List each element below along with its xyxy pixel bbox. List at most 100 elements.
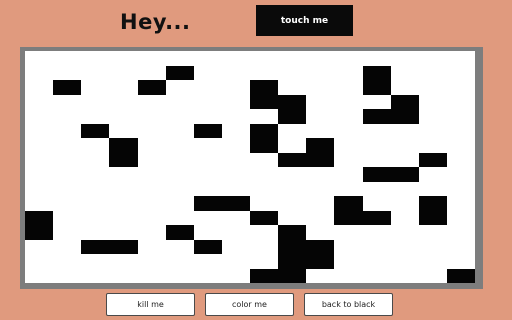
grid-cell[interactable] [137,152,166,167]
grid-cell[interactable] [53,225,82,240]
grid-cell[interactable] [221,65,250,80]
grid-cell[interactable] [334,239,363,254]
grid-cell[interactable] [362,152,391,167]
grid-cell[interactable] [306,65,335,80]
grid-cell[interactable] [334,210,363,225]
grid-cell[interactable] [390,181,419,196]
grid-cell[interactable] [390,225,419,240]
grid-cell[interactable] [446,94,475,109]
grid-cell[interactable] [334,123,363,138]
grid-cell[interactable] [221,181,250,196]
grid-cell[interactable] [81,268,110,283]
grid-cell[interactable] [278,123,307,138]
grid-cell[interactable] [53,239,82,254]
grid-cell[interactable] [334,268,363,283]
grid-cell[interactable] [418,94,447,109]
grid-cell[interactable] [334,138,363,153]
grid-cell[interactable] [137,94,166,109]
grid-cell[interactable] [193,210,222,225]
grid-cell[interactable] [221,152,250,167]
grid-cell[interactable] [306,94,335,109]
grid-cell[interactable] [334,225,363,240]
color-me-button[interactable]: color me [205,293,294,316]
grid-cell[interactable] [81,167,110,182]
grid-cell[interactable] [250,268,279,283]
grid-cell[interactable] [221,138,250,153]
grid-cell[interactable] [25,109,54,124]
grid-cell[interactable] [278,181,307,196]
grid-cell[interactable] [109,123,138,138]
grid-cell[interactable] [221,51,250,66]
grid-cell[interactable] [221,268,250,283]
grid-cell[interactable] [362,181,391,196]
grid-cell[interactable] [137,109,166,124]
grid-cell[interactable] [25,225,54,240]
grid-cell[interactable] [306,239,335,254]
grid-cell[interactable] [25,196,54,211]
grid-cell[interactable] [390,239,419,254]
grid-cell[interactable] [221,254,250,269]
grid-cell[interactable] [193,109,222,124]
grid-cell[interactable] [306,181,335,196]
grid-cell[interactable] [193,254,222,269]
grid-cell[interactable] [250,239,279,254]
grid-cell[interactable] [25,210,54,225]
grid-cell[interactable] [109,109,138,124]
grid-cell[interactable] [109,210,138,225]
grid-cell[interactable] [137,51,166,66]
grid-cell[interactable] [81,239,110,254]
grid-cell[interactable] [418,210,447,225]
grid-cell[interactable] [53,138,82,153]
grid-cell[interactable] [334,65,363,80]
grid-cell[interactable] [418,268,447,283]
grid-cell[interactable] [53,65,82,80]
grid-cell[interactable] [418,123,447,138]
grid-cell[interactable] [250,210,279,225]
grid-cell[interactable] [390,94,419,109]
grid-cell[interactable] [278,196,307,211]
grid-cell[interactable] [418,167,447,182]
grid-cell[interactable] [418,196,447,211]
grid-cell[interactable] [306,51,335,66]
grid-cell[interactable] [362,80,391,95]
grid-cell[interactable] [165,94,194,109]
grid-cell[interactable] [390,80,419,95]
grid-cell[interactable] [193,51,222,66]
grid-cell[interactable] [306,138,335,153]
grid-cell[interactable] [250,225,279,240]
grid-cell[interactable] [53,152,82,167]
grid-cell[interactable] [250,196,279,211]
grid-cell[interactable] [53,123,82,138]
grid-cell[interactable] [278,94,307,109]
touch-me-button[interactable]: touch me [256,5,353,36]
grid-cell[interactable] [221,80,250,95]
grid-cell[interactable] [390,65,419,80]
grid-cell[interactable] [81,51,110,66]
grid-cell[interactable] [165,167,194,182]
grid-cell[interactable] [278,152,307,167]
grid-cell[interactable] [25,254,54,269]
grid-cell[interactable] [221,109,250,124]
grid-cell[interactable] [137,196,166,211]
grid-cell[interactable] [278,254,307,269]
grid-cell[interactable] [53,254,82,269]
grid-cell[interactable] [250,65,279,80]
grid-cell[interactable] [250,254,279,269]
grid-cell[interactable] [81,196,110,211]
grid-cell[interactable] [25,138,54,153]
grid-cell[interactable] [137,123,166,138]
grid-cell[interactable] [446,254,475,269]
grid-cell[interactable] [109,51,138,66]
grid-cell[interactable] [446,268,475,283]
grid-cell[interactable] [278,225,307,240]
grid-cell[interactable] [137,65,166,80]
grid-cell[interactable] [109,65,138,80]
grid-cell[interactable] [334,94,363,109]
grid-cell[interactable] [334,181,363,196]
grid-cell[interactable] [334,51,363,66]
grid-cell[interactable] [137,80,166,95]
grid-cell[interactable] [81,80,110,95]
grid-cell[interactable] [306,109,335,124]
back-to-black-button[interactable]: back to black [304,293,393,316]
grid-cell[interactable] [165,239,194,254]
